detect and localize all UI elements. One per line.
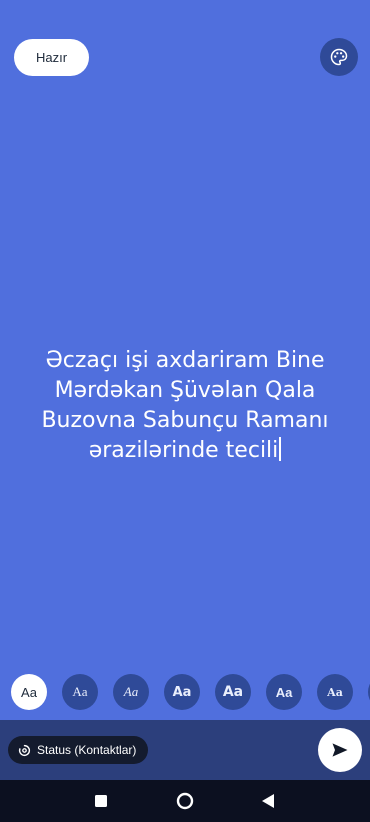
font-option-4[interactable]: Aa (164, 674, 200, 710)
recents-button[interactable] (88, 788, 114, 814)
back-button[interactable] (255, 788, 281, 814)
send-button[interactable] (318, 728, 362, 772)
font-option-label: Aa (21, 684, 37, 700)
send-icon (332, 743, 348, 757)
font-option-7[interactable]: Aa (317, 674, 353, 710)
home-button[interactable] (172, 788, 198, 814)
font-option-3[interactable]: Aa (113, 674, 149, 710)
done-button[interactable]: Hazır (14, 39, 89, 76)
font-option-label: Aa (275, 684, 293, 700)
text-cursor (279, 437, 282, 461)
font-option-5[interactable]: Aa (215, 674, 251, 710)
font-style-picker: Aa Aa Aa Aa Aa Aa Aa (0, 672, 370, 712)
triangle-back-icon (262, 794, 274, 808)
audience-label: Status (Kontaktlar) (37, 743, 137, 757)
font-option-label: Aa (172, 684, 192, 700)
font-option-label: Aa (123, 684, 139, 699)
status-icon (18, 744, 31, 756)
font-option-2[interactable]: Aa (62, 674, 98, 710)
font-option-label: Aa (222, 684, 244, 700)
square-icon (95, 795, 107, 807)
palette-icon (330, 48, 348, 66)
audience-selector[interactable]: Status (Kontaktlar) (8, 736, 149, 764)
font-option-6[interactable]: Aa (266, 674, 302, 710)
status-canvas[interactable]: Hazır Əczaçı işi axdariram Bine Mərdəkan… (0, 0, 370, 720)
font-option-label: Aa (327, 685, 343, 699)
system-navigation-bar (0, 780, 370, 822)
color-palette-button[interactable] (320, 38, 358, 76)
compose-bar: Status (Kontaktlar) (0, 720, 370, 780)
circle-icon (176, 792, 194, 810)
status-text-value: Əczaçı işi axdariram Bine Mərdəkan Şüvəl… (41, 348, 329, 463)
font-option-1[interactable]: Aa (11, 674, 47, 710)
font-option-label: Aa (72, 684, 88, 699)
status-text-input[interactable]: Əczaçı işi axdariram Bine Mərdəkan Şüvəl… (20, 346, 350, 466)
